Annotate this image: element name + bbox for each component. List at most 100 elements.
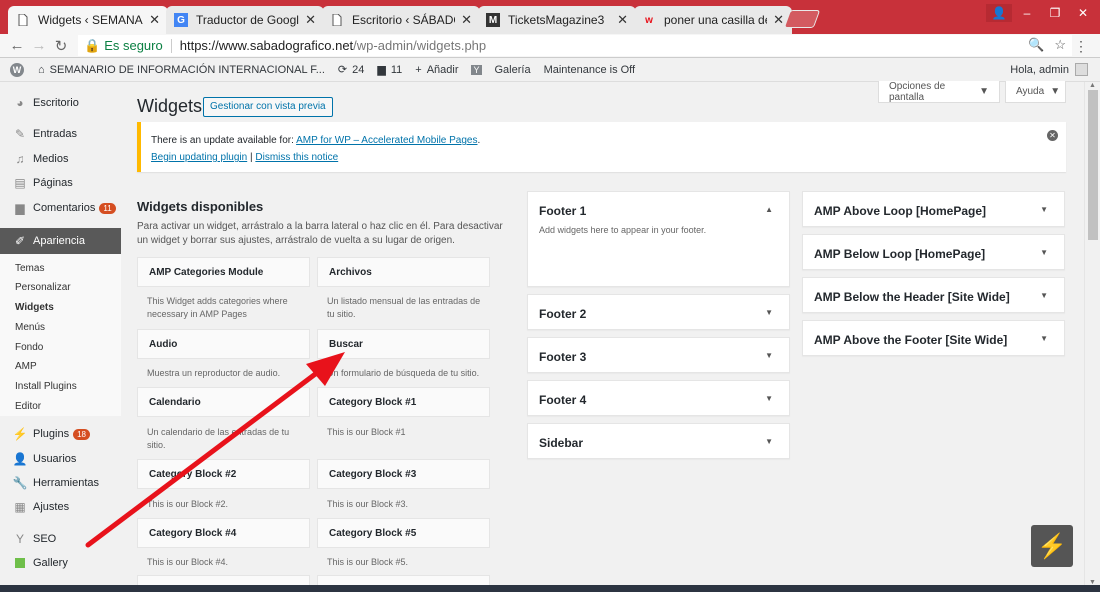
- sidebar-item-seo[interactable]: Y SEO: [0, 527, 121, 551]
- widget-buscar[interactable]: Buscar: [317, 329, 490, 359]
- maximize-icon[interactable]: ❐: [1042, 4, 1068, 22]
- forward-icon[interactable]: →: [28, 37, 50, 54]
- scroll-up-icon[interactable]: ▲: [1089, 82, 1096, 89]
- url-text: https://www.sabadografico.net/wp-admin/w…: [180, 38, 486, 53]
- submenu-personalizar[interactable]: Personalizar: [15, 282, 71, 293]
- help-button[interactable]: Ayuda ▼: [1005, 81, 1066, 103]
- sidebar-item-paginas[interactable]: ▤ Páginas: [0, 171, 121, 195]
- caret-down-icon[interactable]: ▼: [765, 394, 773, 403]
- sidebar-item-apariencia[interactable]: ✐ Apariencia: [0, 228, 121, 254]
- sidebar-item-comentarios[interactable]: ▆ Comentarios 11: [0, 196, 121, 220]
- zoom-icon[interactable]: 🔍: [1028, 37, 1044, 53]
- sidebar-item-gallery[interactable]: Gallery: [0, 551, 121, 575]
- area-footer-2[interactable]: Footer 2 ▼: [527, 294, 790, 330]
- manage-preview-button[interactable]: Gestionar con vista previa: [203, 97, 333, 117]
- updates-link[interactable]: ⟳ 24: [338, 63, 364, 77]
- area-sidebar[interactable]: Sidebar ▼: [527, 423, 790, 459]
- sidebar-item-herramientas[interactable]: 🔧 Herramientas: [0, 471, 121, 495]
- submenu-widgets[interactable]: Widgets: [15, 302, 54, 313]
- url-host: https://www.sabadografico.net: [179, 38, 354, 53]
- close-tab-icon[interactable]: ✕: [773, 12, 784, 28]
- scrollbar-thumb[interactable]: [1088, 90, 1098, 240]
- sidebar-item-ajustes[interactable]: ▦ Ajustes: [0, 495, 121, 519]
- area-footer-4[interactable]: Footer 4 ▼: [527, 380, 790, 416]
- sidebar-item-escritorio[interactable]: ◕ Escritorio: [0, 91, 121, 115]
- add-new-link[interactable]: + Añadir: [415, 64, 458, 76]
- area-amp-above-loop[interactable]: AMP Above Loop [HomePage] ▼: [802, 191, 1065, 227]
- submenu-temas[interactable]: Temas: [15, 263, 44, 274]
- page-title: Widgets: [137, 96, 203, 116]
- new-tab-button[interactable]: [783, 10, 821, 28]
- widget-amp-categories[interactable]: AMP Categories Module: [137, 257, 310, 287]
- browser-tab-translate[interactable]: G Traductor de Google ✕: [166, 6, 324, 34]
- account-menu[interactable]: Hola, admin: [1010, 63, 1088, 76]
- bookmark-star-icon[interactable]: ☆: [1054, 37, 1066, 53]
- profile-icon[interactable]: 👤: [986, 4, 1012, 22]
- submenu-editor[interactable]: Editor: [15, 401, 41, 412]
- widget-category-block-1[interactable]: Category Block #1: [317, 387, 490, 417]
- sidebar-item-label: Escritorio: [33, 97, 79, 109]
- caret-down-icon[interactable]: ▼: [765, 308, 773, 317]
- widget-archivos[interactable]: Archivos: [317, 257, 490, 287]
- back-icon[interactable]: ←: [6, 37, 28, 54]
- secure-indicator[interactable]: 🔒 Es seguro: [84, 38, 163, 54]
- sidebar-item-medios[interactable]: ♫ Medios: [0, 147, 121, 171]
- browser-tab-busqueda[interactable]: w poner una casilla de busc ✕: [634, 6, 792, 34]
- caret-down-icon[interactable]: ▼: [1040, 334, 1048, 343]
- caret-down-icon[interactable]: ▼: [1040, 205, 1048, 214]
- sidebar-item-usuarios[interactable]: 👤 Usuarios: [0, 447, 121, 471]
- widget-category-block-4[interactable]: Category Block #4: [137, 518, 310, 548]
- lightning-icon[interactable]: ⚡: [1031, 525, 1073, 567]
- submenu-install-plugins[interactable]: Install Plugins: [15, 381, 77, 392]
- close-tab-icon[interactable]: ✕: [305, 12, 316, 28]
- area-footer-1[interactable]: Footer 1 ▲ Add widgets here to appear in…: [527, 191, 790, 287]
- page-scrollbar[interactable]: ▲ ▼: [1084, 82, 1100, 592]
- submenu-fondo[interactable]: Fondo: [15, 342, 43, 353]
- browser-tab-tickets[interactable]: M TicketsMagazine3 ✕: [478, 6, 636, 34]
- yoast-link[interactable]: Y: [471, 64, 482, 75]
- wordpress-logo-icon[interactable]: W: [10, 62, 24, 77]
- caret-down-icon[interactable]: ▼: [1040, 291, 1048, 300]
- gallery-link[interactable]: Galería: [495, 64, 531, 76]
- sidebar-item-plugins[interactable]: ⚡ Plugins 18: [0, 422, 121, 446]
- site-name-link[interactable]: ⌂ SEMANARIO DE INFORMACIÓN INTERNACIONAL…: [38, 64, 325, 76]
- caret-down-icon[interactable]: ▼: [765, 351, 773, 360]
- browser-tab-escritorio[interactable]: Escritorio ‹ SÁBADO GRÁ ✕: [322, 6, 480, 34]
- dismiss-icon[interactable]: ✕: [1047, 130, 1058, 141]
- area-amp-below-header[interactable]: AMP Below the Header [Site Wide] ▼: [802, 277, 1065, 313]
- admin-sidebar: ◕ Escritorio ✎ Entradas ♫ Medios ▤ Págin…: [0, 82, 121, 592]
- widget-category-block-3[interactable]: Category Block #3: [317, 459, 490, 489]
- area-amp-above-footer[interactable]: AMP Above the Footer [Site Wide] ▼: [802, 320, 1065, 356]
- close-tab-icon[interactable]: ✕: [461, 12, 472, 28]
- plugins-badge: 18: [73, 428, 90, 440]
- area-title: AMP Below the Header [Site Wide]: [814, 290, 1010, 304]
- caret-down-icon[interactable]: ▼: [765, 437, 773, 446]
- close-tab-icon[interactable]: ✕: [617, 12, 628, 28]
- widget-category-block-5[interactable]: Category Block #5: [317, 518, 490, 548]
- w-logo-icon: w: [645, 14, 653, 26]
- close-tab-icon[interactable]: ✕: [149, 12, 160, 28]
- maintenance-link[interactable]: Maintenance is Off: [544, 64, 636, 76]
- plugin-link[interactable]: AMP for WP – Accelerated Mobile Pages: [296, 135, 477, 146]
- address-bar[interactable]: 🔒 Es seguro https://www.sabadografico.ne…: [78, 35, 1072, 56]
- area-amp-below-loop[interactable]: AMP Below Loop [HomePage] ▼: [802, 234, 1065, 270]
- screen-options-button[interactable]: Opciones de pantalla ▼: [878, 81, 1000, 103]
- caret-down-icon[interactable]: ▼: [1040, 248, 1048, 257]
- minimize-icon[interactable]: –: [1014, 4, 1040, 22]
- widget-audio[interactable]: Audio: [137, 329, 310, 359]
- area-footer-3[interactable]: Footer 3 ▼: [527, 337, 790, 373]
- browser-menu-icon[interactable]: ⋮: [1074, 38, 1088, 55]
- comments-link[interactable]: ▆ 11: [377, 63, 402, 77]
- sidebar-item-label: Páginas: [33, 177, 73, 189]
- dismiss-notice-link[interactable]: Dismiss this notice: [255, 152, 338, 163]
- widget-calendario[interactable]: Calendario: [137, 387, 310, 417]
- caret-up-icon[interactable]: ▲: [765, 205, 773, 214]
- widget-category-block-2[interactable]: Category Block #2: [137, 459, 310, 489]
- reload-icon[interactable]: ↻: [50, 37, 72, 55]
- begin-updating-link[interactable]: Begin updating plugin: [151, 152, 247, 163]
- sidebar-item-entradas[interactable]: ✎ Entradas: [0, 122, 121, 146]
- window-close-icon[interactable]: ✕: [1070, 4, 1096, 22]
- browser-tab-widgets[interactable]: Widgets ‹ SEMANARIO D ✕: [8, 6, 168, 34]
- submenu-amp[interactable]: AMP: [15, 361, 37, 372]
- submenu-menus[interactable]: Menús: [15, 322, 45, 333]
